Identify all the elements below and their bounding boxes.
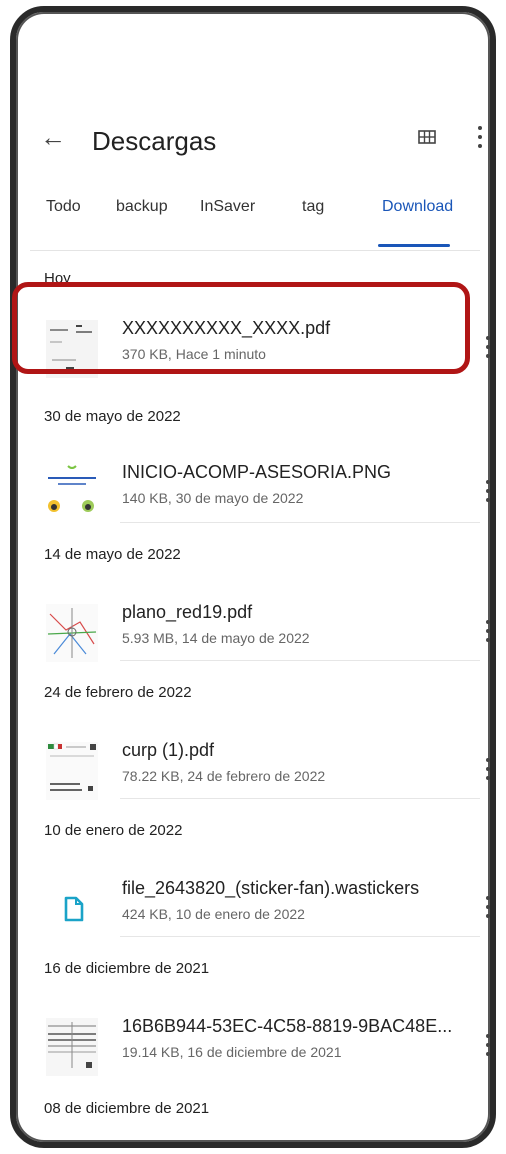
section-header: 14 de mayo de 2022 — [44, 546, 181, 563]
more-options-icon[interactable] — [486, 620, 490, 644]
tab-bar: Todo backup InSaver tag Download — [30, 198, 480, 251]
more-options-icon[interactable] — [486, 480, 490, 504]
more-options-icon[interactable] — [486, 336, 490, 360]
phone-frame: ← Descargas Todo backup InSaver tag Down… — [10, 6, 496, 1148]
file-item[interactable]: plano_red19.pdf 5.93 MB, 14 de mayo de 2… — [30, 596, 490, 676]
more-options-icon[interactable] — [478, 126, 484, 150]
tab-download[interactable]: Download — [382, 198, 453, 216]
document-thumbnail-icon — [46, 742, 98, 800]
section-header: 16 de diciembre de 2021 — [44, 960, 210, 977]
file-item[interactable]: INICIO-ACOMP-ASESORIA.PNG 140 KB, 30 de … — [30, 456, 490, 536]
map-thumbnail-icon — [46, 604, 98, 662]
file-name: curp (1).pdf — [122, 740, 215, 760]
file-meta: 19.14 KB, 16 de diciembre de 2021 — [122, 1044, 342, 1060]
more-options-icon[interactable] — [486, 1034, 490, 1058]
page-title: Descargas — [92, 126, 217, 156]
more-options-icon[interactable] — [486, 758, 490, 782]
grid-view-icon[interactable] — [418, 130, 436, 144]
image-thumbnail-icon — [46, 464, 98, 522]
file-name: file_2643820_(sticker-fan).wastickers — [122, 878, 420, 898]
file-name: 16B6B944-53EC-4C58-8819-9BAC48E... — [122, 1016, 453, 1036]
section-header: 08 de diciembre de 2021 — [44, 1100, 210, 1117]
table-thumbnail-icon — [46, 1018, 98, 1076]
app-bar: ← Descargas — [30, 112, 482, 168]
more-options-icon[interactable] — [486, 896, 490, 920]
tab-backup[interactable]: backup — [116, 198, 168, 216]
section-header: 10 de enero de 2022 — [44, 822, 183, 839]
tab-tag[interactable]: tag — [302, 198, 324, 216]
file-icon — [64, 896, 84, 922]
file-meta: 424 KB, 10 de enero de 2022 — [122, 906, 305, 922]
divider — [120, 936, 480, 937]
divider — [120, 660, 480, 661]
back-arrow-icon[interactable]: ← — [40, 122, 66, 153]
tab-todo[interactable]: Todo — [46, 198, 81, 216]
file-item[interactable]: curp (1).pdf 78.22 KB, 24 de febrero de … — [30, 734, 490, 814]
divider — [120, 522, 480, 523]
file-meta: 78.22 KB, 24 de febrero de 2022 — [122, 768, 326, 784]
active-tab-indicator — [378, 244, 450, 247]
divider — [120, 798, 480, 799]
file-meta: 5.93 MB, 14 de mayo de 2022 — [122, 630, 310, 646]
file-item[interactable]: file_2643820_(sticker-fan).wastickers 42… — [30, 872, 490, 952]
file-name: INICIO-ACOMP-ASESORIA.PNG — [122, 462, 392, 482]
section-header: 24 de febrero de 2022 — [44, 684, 192, 701]
section-header: 30 de mayo de 2022 — [44, 408, 181, 425]
file-meta: 140 KB, 30 de mayo de 2022 — [122, 490, 304, 506]
file-item[interactable]: 16B6B944-53EC-4C58-8819-9BAC48E... 19.14… — [30, 1010, 490, 1090]
screen: ← Descargas Todo backup InSaver tag Down… — [30, 20, 490, 1132]
tab-insaver[interactable]: InSaver — [200, 198, 255, 216]
file-name: plano_red19.pdf — [122, 602, 253, 622]
highlight-box — [12, 282, 470, 374]
